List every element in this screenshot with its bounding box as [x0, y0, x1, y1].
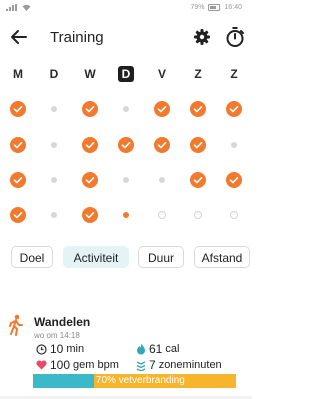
zone-minutes-icon: [136, 360, 146, 371]
status-bar: 79% 16:40: [0, 0, 252, 16]
check-icon: [82, 101, 98, 117]
today-marker: [123, 212, 129, 218]
empty-day-marker: [51, 177, 57, 183]
gear-icon: [194, 29, 210, 45]
battery-icon: [208, 4, 221, 11]
check-icon: [226, 101, 242, 117]
check-icon: [10, 101, 26, 117]
check-icon: [190, 172, 206, 188]
cardio-zone-segment: [33, 374, 94, 388]
weekly-activity-grid: [0, 96, 252, 226]
check-icon: [10, 137, 26, 153]
wifi-icon: [22, 4, 31, 13]
calories-value: 61: [149, 342, 163, 356]
fat-burn-zone-segment: 70% vetverbranding: [93, 374, 236, 388]
activity-card[interactable]: Wandelen wo om 14:18 10 min 61 cal 100 g…: [0, 310, 252, 395]
future-day-marker: [230, 211, 238, 219]
empty-day-marker: [159, 177, 165, 183]
tab-activiteit[interactable]: Activiteit: [63, 246, 129, 268]
tab-duur[interactable]: Duur: [138, 246, 184, 268]
tab-afstand[interactable]: Afstand: [194, 246, 250, 268]
day-label: Z: [194, 67, 202, 81]
future-day-marker: [158, 211, 166, 219]
day-label: D: [49, 67, 59, 81]
calories-unit: cal: [165, 343, 180, 355]
calories-metric: 61 cal: [136, 342, 179, 356]
stopwatch-icon: [226, 27, 244, 47]
duration-unit: min: [66, 343, 85, 355]
walking-icon: [8, 314, 24, 336]
empty-day-marker: [51, 106, 57, 112]
heart-rate-unit: gem bpm: [73, 359, 119, 371]
back-arrow-icon: [11, 30, 27, 44]
back-button[interactable]: [8, 26, 30, 48]
flame-icon: [136, 343, 146, 355]
day-label: V: [157, 67, 166, 81]
activity-title: Wandelen: [34, 315, 91, 329]
heart-icon: [36, 360, 47, 370]
check-icon: [10, 207, 26, 223]
exercise-timer-button[interactable]: [224, 26, 246, 48]
zone-minutes-value: 7: [149, 358, 156, 372]
empty-day-marker: [123, 177, 129, 183]
check-icon: [10, 172, 26, 188]
check-icon: [154, 101, 170, 117]
day-label: M: [13, 67, 23, 81]
weekday-header: MDWDVZZ: [0, 64, 252, 84]
empty-day-marker: [123, 106, 129, 112]
empty-day-marker: [51, 142, 57, 148]
clock-icon: [36, 343, 47, 355]
settings-button[interactable]: [192, 27, 212, 47]
day-label: Z: [230, 67, 238, 81]
day-label: W: [84, 67, 96, 81]
check-icon: [226, 172, 242, 188]
empty-day-marker: [51, 212, 57, 218]
page-title: Training: [50, 29, 104, 46]
signal-icon: [6, 4, 18, 13]
check-icon: [154, 137, 170, 153]
tab-doel[interactable]: Doel: [11, 246, 53, 268]
check-icon: [118, 137, 134, 153]
day-label: D: [118, 66, 134, 82]
zone-minutes-unit: zoneminuten: [158, 359, 222, 371]
check-icon: [190, 137, 206, 153]
battery-percentage: 79%: [190, 4, 205, 11]
check-icon: [190, 101, 206, 117]
heart-rate-value: 100: [50, 358, 71, 372]
filter-tabs: Doel Activiteit Duur Afstand: [0, 246, 252, 270]
zone-minutes-metric: 7 zoneminuten: [136, 358, 222, 372]
empty-day-marker: [231, 142, 237, 148]
future-day-marker: [194, 211, 202, 219]
check-icon: [82, 137, 98, 153]
heart-rate-metric: 100 gem bpm: [36, 358, 119, 372]
check-icon: [82, 172, 98, 188]
heart-zone-bar: 70% vetverbranding: [33, 374, 236, 388]
app-bar: Training: [0, 22, 252, 54]
check-icon: [82, 207, 98, 223]
activity-time: wo om 14:18: [34, 331, 80, 340]
duration-value: 10: [50, 342, 64, 356]
clock: 16:40: [224, 4, 242, 11]
duration-metric: 10 min: [36, 342, 84, 356]
